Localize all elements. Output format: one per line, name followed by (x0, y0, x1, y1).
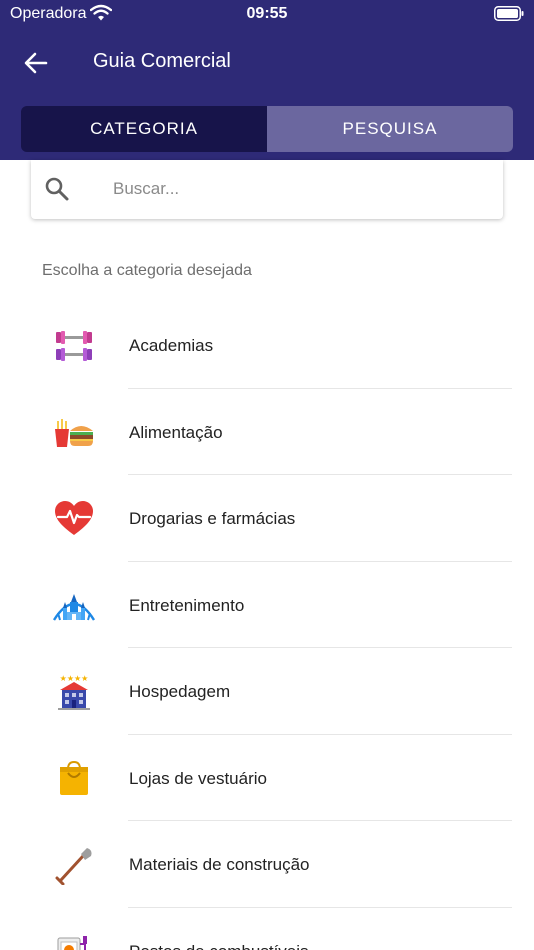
search-input[interactable] (113, 176, 483, 202)
hotel-icon: ★★★★ (58, 674, 90, 710)
list-item-label: Alimentação (129, 422, 223, 442)
list-item-hospedagem[interactable]: ★★★★ Hospedagem (0, 648, 534, 735)
fast-food-icon (55, 418, 93, 447)
tab-pesquisa[interactable]: PESQUISA (267, 106, 513, 152)
list-item-label: Postos de combustíveis (129, 942, 309, 950)
list-item-academias[interactable]: Academias (0, 302, 534, 389)
shovel-icon (55, 848, 92, 885)
list-item-postos-combustiveis[interactable]: Postos de combustíveis (0, 908, 534, 950)
list-item-label: Hospedagem (129, 682, 231, 701)
list-item-label: Drogarias e farmácias (129, 509, 296, 528)
fuel-pump-icon (57, 935, 87, 950)
list-item-materiais-construcao[interactable]: Materiais de construção (0, 821, 534, 908)
arrow-left-icon (24, 52, 48, 74)
status-bar: Operadora 09:55 (0, 0, 534, 30)
toolbar: Guia Comercial (0, 36, 534, 90)
list-item-label: Entretenimento (129, 595, 245, 615)
list-item-label: Materiais de construção (129, 855, 310, 874)
tab-bar: CATEGORIA PESQUISA (21, 106, 513, 152)
list-item-label: Academias (129, 336, 214, 355)
back-button[interactable] (18, 46, 54, 80)
category-list: Academias Alimentação Drogarias e farmác… (0, 302, 534, 950)
tab-categoria[interactable]: CATEGORIA (21, 106, 267, 152)
shopping-bag-icon (60, 760, 88, 795)
svg-text:★★★★: ★★★★ (60, 674, 89, 683)
list-item-lojas-vestuario[interactable]: Lojas de vestuário (0, 735, 534, 821)
wifi-icon (90, 4, 112, 21)
battery-icon (494, 6, 524, 21)
section-label: Escolha a categoria desejada (42, 262, 252, 279)
page-title: Guia Comercial (93, 50, 231, 72)
list-item-label: Lojas de vestuário (129, 768, 267, 788)
dumbbell-icon (56, 331, 92, 361)
carrier-name: Operadora (10, 5, 87, 22)
app-header: Operadora 09:55 Guia Comercial CATEGORIA… (0, 0, 534, 160)
list-item-alimentacao[interactable]: Alimentação (0, 389, 534, 475)
list-item-drogarias[interactable]: Drogarias e farmácias (0, 475, 534, 562)
search-icon[interactable] (44, 176, 70, 202)
list-item-entretenimento[interactable]: Entretenimento (0, 562, 534, 648)
castle-icon (52, 593, 96, 621)
heart-pulse-icon (55, 501, 93, 535)
